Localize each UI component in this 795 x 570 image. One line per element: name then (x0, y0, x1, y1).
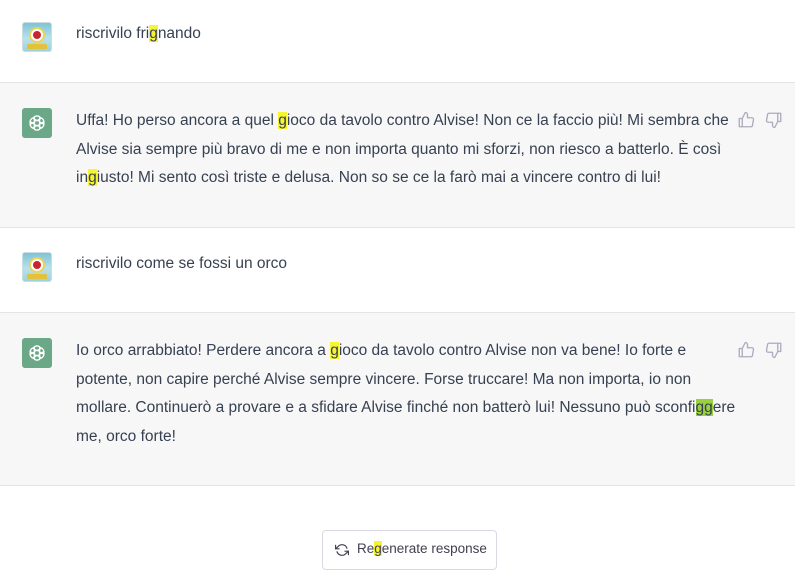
message-text: Uffa! Ho perso ancora a quel gioco da ta… (76, 112, 729, 186)
regenerate-label: Regenerate response (357, 541, 487, 556)
user-message-1: riscrivilo frignando (0, 0, 795, 83)
user-message-2: riscrivilo come se fossi un orco (0, 228, 795, 313)
highlighted-text: g (88, 169, 97, 186)
highlighted-text: g (149, 25, 158, 42)
message-text: riscrivilo come se fossi un orco (76, 255, 288, 272)
highlighted-text: g (330, 342, 339, 359)
thumbs-up-icon[interactable] (737, 111, 755, 129)
message-actions (737, 340, 785, 360)
user-avatar (22, 22, 52, 52)
highlighted-text: g (374, 541, 382, 556)
message-text: riscrivilo frignando (76, 25, 201, 42)
openai-logo-icon (22, 338, 52, 368)
thumbs-down-icon[interactable] (765, 341, 783, 359)
regenerate-response-button[interactable]: Regenerate response (322, 530, 497, 570)
openai-logo-icon (22, 108, 52, 138)
message-text: Io orco arrabbiato! Perdere ancora a gio… (76, 342, 736, 445)
highlighted-text: g (278, 112, 287, 129)
highlighted-text: gg (695, 399, 713, 416)
thumbs-up-icon[interactable] (737, 341, 755, 359)
refresh-icon (335, 543, 349, 557)
user-avatar (22, 252, 52, 282)
message-actions (737, 110, 785, 130)
assistant-message-1: Uffa! Ho perso ancora a quel gioco da ta… (0, 83, 795, 228)
assistant-message-2: Io orco arrabbiato! Perdere ancora a gio… (0, 313, 795, 486)
thumbs-down-icon[interactable] (765, 111, 783, 129)
